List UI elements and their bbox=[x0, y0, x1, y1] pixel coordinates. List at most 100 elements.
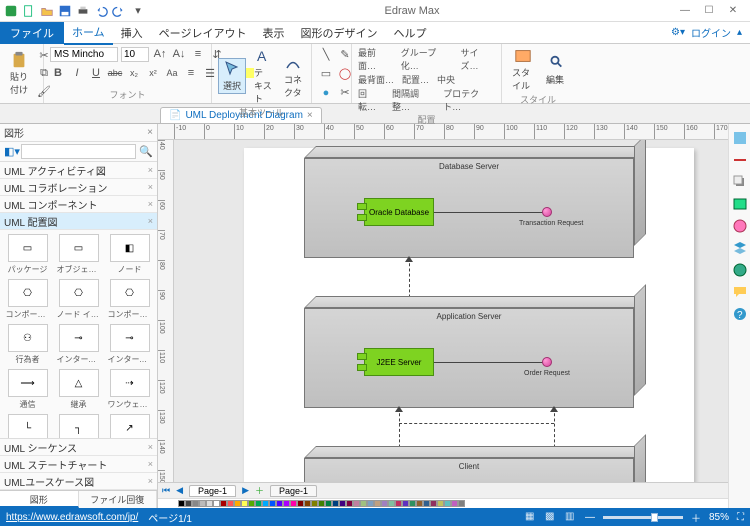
shape-category[interactable]: UML アクティビティ図× bbox=[0, 162, 157, 179]
shape-lib-icon[interactable]: ◧▾ bbox=[4, 145, 18, 158]
maximize-button[interactable]: ☐ bbox=[702, 5, 716, 16]
grow-font-icon[interactable]: A↑ bbox=[152, 46, 168, 62]
shape-category[interactable]: UML シーケンス× bbox=[0, 439, 157, 456]
color-swatch[interactable] bbox=[178, 500, 185, 507]
shape-item[interactable]: ▭パッケージ bbox=[4, 234, 51, 275]
color-swatch[interactable] bbox=[311, 500, 318, 507]
color-swatch[interactable] bbox=[402, 500, 409, 507]
tab-home[interactable]: ホーム bbox=[64, 21, 113, 45]
web-icon[interactable] bbox=[732, 262, 748, 278]
qat-more-icon[interactable]: ▾ bbox=[130, 3, 146, 19]
canvas[interactable]: Database Server Oracle Database Transact… bbox=[174, 140, 728, 482]
page-tab[interactable]: Page-1 bbox=[270, 485, 317, 497]
align-button[interactable]: 配置… bbox=[402, 73, 429, 86]
tab-view[interactable]: 表示 bbox=[254, 22, 292, 44]
page-first-icon[interactable]: ⏮ bbox=[162, 485, 170, 496]
center-button[interactable]: 中央 bbox=[437, 73, 455, 86]
connector-tool[interactable]: コネクタ bbox=[280, 53, 306, 100]
superscript-button[interactable]: x² bbox=[145, 65, 161, 81]
underline-button[interactable]: U bbox=[88, 65, 104, 81]
tab-help[interactable]: ヘルプ bbox=[385, 22, 434, 44]
strike-button[interactable]: abc bbox=[107, 65, 123, 81]
panel-tab-shapes[interactable]: 図形 bbox=[0, 491, 79, 508]
zoom-out-icon[interactable]: — bbox=[585, 512, 595, 523]
category-close-icon[interactable]: × bbox=[148, 199, 153, 209]
shrink-font-icon[interactable]: A↓ bbox=[171, 46, 187, 62]
page-tab[interactable]: Page-1 bbox=[189, 485, 236, 497]
shape-category[interactable]: UML 配置図× bbox=[0, 213, 157, 230]
select-tool[interactable]: 選択 bbox=[218, 58, 246, 94]
color-swatch[interactable] bbox=[360, 500, 367, 507]
interface-ball[interactable] bbox=[542, 207, 552, 217]
case-button[interactable]: Aa bbox=[164, 65, 180, 81]
page-add-icon[interactable]: ＋ bbox=[255, 484, 264, 497]
theme-icon[interactable] bbox=[732, 218, 748, 234]
component-j2ee[interactable]: J2EE Server bbox=[364, 348, 434, 376]
color-swatch[interactable] bbox=[416, 500, 423, 507]
status-url[interactable]: https://www.edrawsoft.com/jp/ bbox=[6, 512, 138, 523]
color-swatch[interactable] bbox=[262, 500, 269, 507]
close-button[interactable]: ✕ bbox=[726, 5, 740, 16]
color-swatch[interactable] bbox=[409, 500, 416, 507]
color-swatch[interactable] bbox=[332, 500, 339, 507]
shape-item[interactable]: ◧ノード bbox=[106, 234, 153, 275]
tab-insert[interactable]: 挿入 bbox=[113, 22, 151, 44]
view-mode2-icon[interactable]: ▩ bbox=[545, 511, 557, 523]
spacing-button[interactable]: 間隔調整… bbox=[392, 87, 435, 113]
color-swatch[interactable] bbox=[430, 500, 437, 507]
qat-undo-icon[interactable] bbox=[94, 4, 108, 18]
shape-item[interactable]: ⊸インターフェ… bbox=[106, 324, 153, 365]
component-oracle-db[interactable]: Oracle Database bbox=[364, 198, 434, 226]
color-swatch[interactable] bbox=[423, 500, 430, 507]
comment-icon[interactable] bbox=[732, 284, 748, 300]
rotate-button[interactable]: 回転… bbox=[358, 87, 384, 113]
subscript-button[interactable]: x₂ bbox=[126, 65, 142, 81]
shape-item[interactable]: ⊸インターフェ… bbox=[55, 324, 102, 365]
color-swatch[interactable] bbox=[234, 500, 241, 507]
qat-redo-icon[interactable] bbox=[112, 4, 126, 18]
color-swatch[interactable] bbox=[339, 500, 346, 507]
shape-category[interactable]: UML コラボレーション× bbox=[0, 179, 157, 196]
interface-ball[interactable] bbox=[542, 357, 552, 367]
image-tool-icon[interactable] bbox=[732, 196, 748, 212]
shape-item[interactable]: ▭オブジェクト bbox=[55, 234, 102, 275]
color-swatch[interactable] bbox=[367, 500, 374, 507]
qat-print-icon[interactable] bbox=[76, 4, 90, 18]
color-swatch[interactable] bbox=[458, 500, 465, 507]
color-swatch[interactable] bbox=[346, 500, 353, 507]
color-swatch[interactable] bbox=[199, 500, 206, 507]
color-swatch[interactable] bbox=[283, 500, 290, 507]
category-close-icon[interactable]: × bbox=[148, 182, 153, 192]
view-mode1-icon[interactable]: ▦ bbox=[525, 511, 537, 523]
pen-tool-icon[interactable]: ✎ bbox=[337, 47, 353, 63]
shape-item[interactable]: ┐ bbox=[55, 414, 102, 438]
page-next-icon[interactable]: ▶ bbox=[242, 485, 249, 496]
zoom-in-icon[interactable]: ＋ bbox=[691, 510, 701, 525]
font-size-select[interactable] bbox=[121, 47, 149, 62]
shape-category[interactable]: UML コンポーネント× bbox=[0, 196, 157, 213]
color-swatch[interactable] bbox=[269, 500, 276, 507]
shape-item[interactable]: ⟶通信 bbox=[4, 369, 51, 410]
login-link[interactable]: ログイン bbox=[691, 25, 731, 40]
node-application-server[interactable]: Application Server J2EE Server Order Req… bbox=[304, 308, 634, 408]
view-mode3-icon[interactable]: ▥ bbox=[565, 511, 577, 523]
color-swatch[interactable] bbox=[241, 500, 248, 507]
bring-front-button[interactable]: 最前面… bbox=[358, 46, 393, 72]
shape-item[interactable]: ↗ bbox=[106, 414, 153, 438]
shape-item[interactable]: ⇢ワンウェイ依… bbox=[106, 369, 153, 410]
minimize-button[interactable]: — bbox=[678, 5, 692, 16]
shadow-icon[interactable] bbox=[732, 174, 748, 190]
category-close-icon[interactable]: × bbox=[148, 476, 153, 486]
bold-button[interactable]: B bbox=[50, 65, 66, 81]
color-swatch[interactable] bbox=[451, 500, 458, 507]
panel-tab-recovery[interactable]: ファイル回復 bbox=[79, 491, 158, 508]
shape-item[interactable]: ⚇行為者 bbox=[4, 324, 51, 365]
node-client[interactable]: Client Web Browser Swing Application bbox=[304, 458, 634, 482]
shape-category[interactable]: UML ステートチャート× bbox=[0, 456, 157, 473]
category-close-icon[interactable]: × bbox=[148, 442, 153, 452]
layers-icon[interactable] bbox=[732, 240, 748, 256]
shape-item[interactable]: △継承 bbox=[55, 369, 102, 410]
qat-save-icon[interactable] bbox=[58, 4, 72, 18]
color-swatch[interactable] bbox=[213, 500, 220, 507]
color-swatch[interactable] bbox=[353, 500, 360, 507]
